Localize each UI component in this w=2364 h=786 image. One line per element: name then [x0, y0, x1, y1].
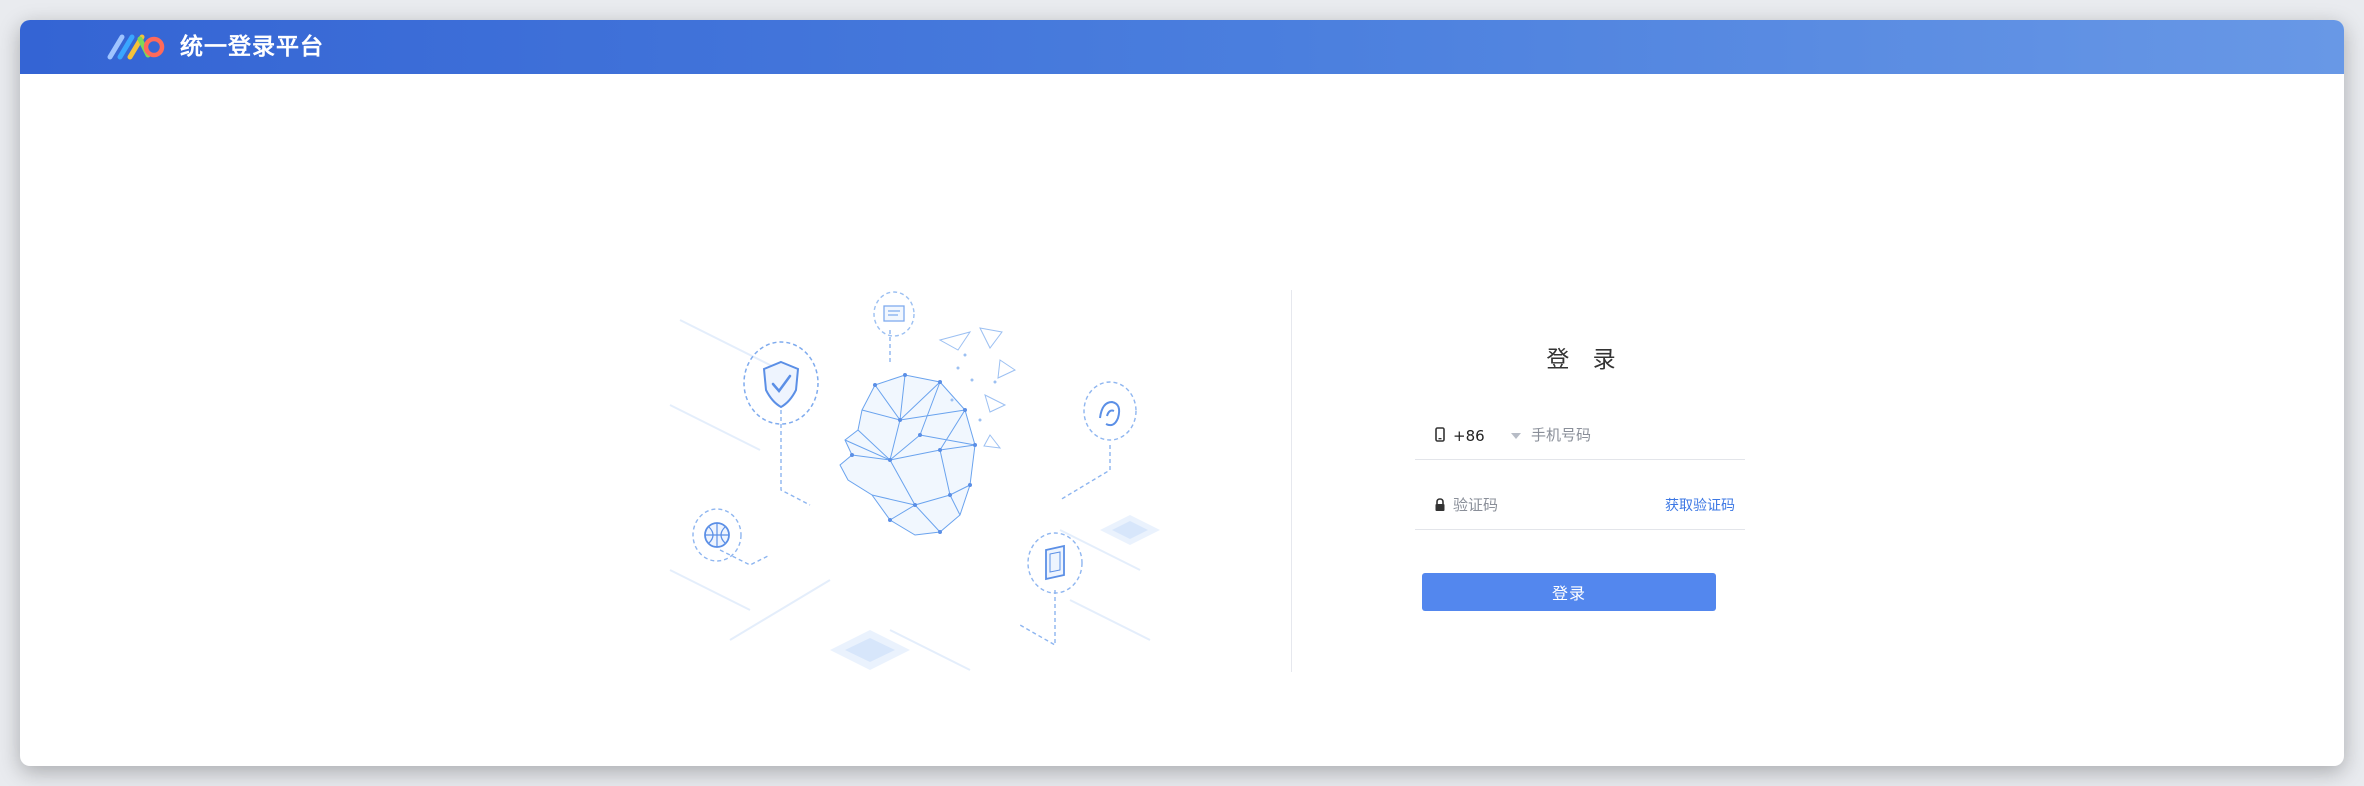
tablet-icon [1027, 532, 1083, 594]
top-header-bar: 统一登录平台 [20, 20, 2344, 74]
face-mesh-icon [839, 327, 1017, 536]
document-icon [873, 291, 915, 337]
platform-tile-left [830, 630, 910, 670]
platform-tile-right [1100, 515, 1160, 545]
lock-icon [1435, 498, 1445, 511]
fingerprint-icon [1083, 381, 1137, 441]
chevron-down-icon[interactable] [1511, 433, 1521, 439]
face-recognition-illustration [669, 291, 1160, 671]
browser-window: 统一登录平台 登 录 +86 手机号码 验证码 获取验证码 登录 [20, 20, 2344, 766]
login-title: 登 录 [1546, 347, 1624, 373]
verification-code-input[interactable] [1453, 491, 1633, 519]
vertical-divider [1291, 290, 1292, 672]
code-row: 获取验证码 [1415, 483, 1745, 530]
phone-row: +86 [1415, 413, 1745, 460]
login-button[interactable]: 登录 [1422, 573, 1716, 611]
globe-icon [692, 508, 742, 562]
app-title: 统一登录平台 [180, 34, 324, 60]
mobile-phone-icon [1435, 427, 1445, 442]
mx-logo-icon [107, 34, 165, 60]
country-code-select[interactable]: +86 [1453, 424, 1485, 448]
phone-number-input[interactable] [1531, 421, 1731, 449]
get-code-link[interactable]: 获取验证码 [1665, 495, 1735, 517]
